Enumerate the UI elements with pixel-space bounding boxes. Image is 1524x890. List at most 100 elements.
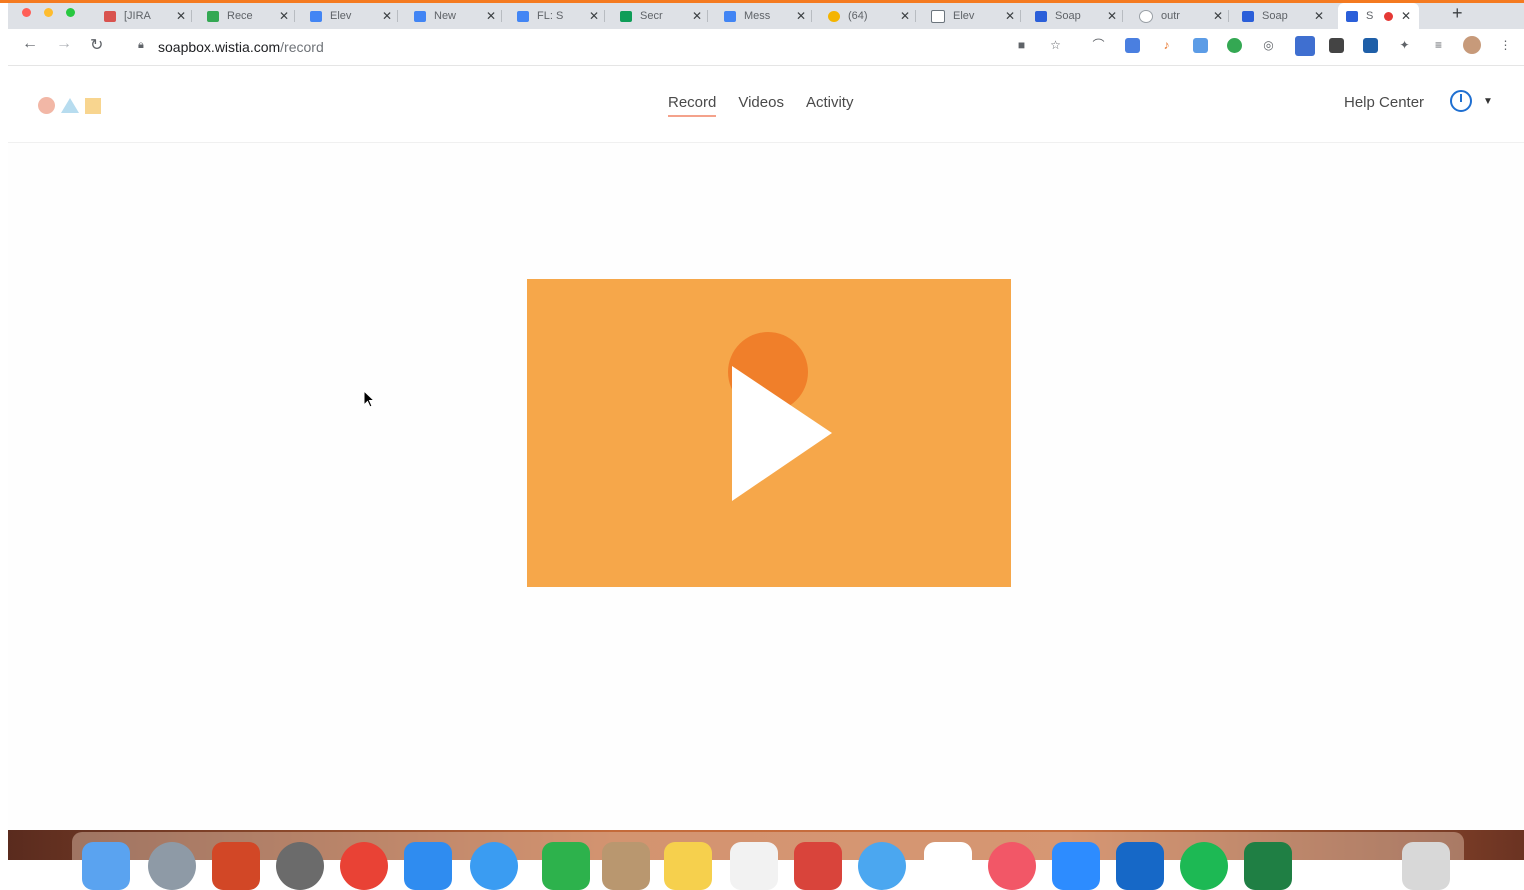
- trash-icon[interactable]: [1402, 842, 1450, 890]
- preview-icon[interactable]: [602, 842, 650, 890]
- tab-favicon-icon: [828, 10, 840, 22]
- soapbox-logo[interactable]: [38, 97, 101, 114]
- tab-close-icon[interactable]: ✕: [1401, 9, 1411, 23]
- browser-tab[interactable]: outr ✕: [1139, 3, 1230, 29]
- tab-close-icon[interactable]: ✕: [1005, 9, 1015, 23]
- nav-activity[interactable]: Activity: [806, 94, 854, 117]
- tab-close-icon[interactable]: ✕: [1314, 9, 1324, 23]
- video-player[interactable]: [527, 279, 1011, 587]
- tab-close-icon[interactable]: ✕: [796, 9, 806, 23]
- tab-title: Soap: [1055, 10, 1081, 22]
- extension-icon[interactable]: [1363, 38, 1378, 53]
- tab-title: [JIRA: [124, 10, 151, 22]
- maximize-window-dot[interactable]: [66, 8, 75, 17]
- more-menu-icon[interactable]: ⋮: [1498, 38, 1513, 53]
- system-preferences-icon[interactable]: [276, 842, 324, 890]
- minimize-window-dot[interactable]: [44, 8, 53, 17]
- close-window-dot[interactable]: [22, 8, 31, 17]
- numbers-icon[interactable]: [542, 842, 590, 890]
- tab-close-icon[interactable]: ✕: [486, 9, 496, 23]
- tab-favicon-icon: [310, 10, 322, 22]
- browser-tab[interactable]: Elev ✕: [931, 3, 1022, 29]
- outlook-icon[interactable]: [1116, 842, 1164, 890]
- extension-icon[interactable]: [1295, 36, 1315, 56]
- help-center-link[interactable]: Help Center: [1344, 94, 1424, 111]
- tab-favicon-icon: [1346, 10, 1358, 22]
- tab-title: New: [434, 10, 457, 22]
- macos-dock: [72, 832, 1464, 890]
- tab-title: FL: S: [537, 10, 564, 22]
- screencast-icon[interactable]: [794, 842, 842, 890]
- recording-dot-icon: [1384, 11, 1393, 21]
- nav-videos[interactable]: Videos: [738, 94, 784, 117]
- extension-icon[interactable]: ⌒: [1091, 38, 1106, 53]
- tab-favicon-icon: [414, 10, 426, 22]
- bookmark-star-icon[interactable]: ☆: [1048, 38, 1063, 53]
- launchpad-icon[interactable]: [148, 842, 196, 890]
- nav-record[interactable]: Record: [668, 94, 717, 117]
- extension-icon[interactable]: ♪: [1159, 38, 1174, 53]
- camera-icon[interactable]: ■: [1014, 38, 1029, 53]
- extension-icon[interactable]: [1125, 38, 1140, 53]
- browser-tab[interactable]: Rece ✕: [207, 3, 296, 29]
- finder-icon[interactable]: [82, 842, 130, 890]
- browser-tab[interactable]: (64) ✕: [828, 3, 917, 29]
- messages-icon[interactable]: [858, 842, 906, 890]
- browser-tab[interactable]: Soap ✕: [1035, 3, 1124, 29]
- app-store-icon[interactable]: [404, 842, 452, 890]
- logo-square-shape: [85, 97, 101, 114]
- music-icon[interactable]: [988, 842, 1036, 890]
- back-icon[interactable]: ←: [22, 35, 38, 53]
- browser-tab[interactable]: Elev ✕: [310, 3, 399, 29]
- reminders-icon[interactable]: [730, 842, 778, 890]
- extension-icon[interactable]: [1193, 38, 1208, 53]
- site-header: Record Videos Activity Help Center ▼: [8, 66, 1524, 143]
- url-path: /record: [280, 39, 324, 55]
- safari-icon[interactable]: [470, 842, 518, 890]
- tab-favicon-icon: [104, 10, 116, 22]
- browser-tab[interactable]: Secr ✕: [620, 3, 709, 29]
- tab-close-icon[interactable]: ✕: [900, 9, 910, 23]
- forward-icon[interactable]: →: [56, 35, 72, 53]
- playlist-icon[interactable]: ≡: [1431, 38, 1446, 53]
- slack-icon[interactable]: [924, 842, 972, 890]
- browser-tab[interactable]: [JIRA ✕: [104, 3, 193, 29]
- logo-circle-shape: [38, 97, 55, 114]
- power-icon[interactable]: [1450, 90, 1472, 112]
- chrome-icon[interactable]: [340, 842, 388, 890]
- tab-close-icon[interactable]: ✕: [1213, 9, 1223, 23]
- tab-close-icon[interactable]: ✕: [382, 9, 392, 23]
- tab-close-icon[interactable]: ✕: [1107, 9, 1117, 23]
- spotify-icon[interactable]: [1180, 842, 1228, 890]
- video-thumbnail: [728, 332, 832, 501]
- tab-close-icon[interactable]: ✕: [176, 9, 186, 23]
- browser-tab[interactable]: Mess ✕: [724, 3, 813, 29]
- powerpoint-icon[interactable]: [212, 842, 260, 890]
- extension-icon[interactable]: ◎: [1261, 38, 1276, 53]
- reload-icon[interactable]: ↻: [90, 35, 103, 55]
- notes-icon[interactable]: [664, 842, 712, 890]
- excel-icon[interactable]: [1244, 842, 1292, 890]
- lock-icon: 🔒︎: [138, 39, 144, 51]
- tab-close-icon[interactable]: ✕: [279, 9, 289, 23]
- puzzle-icon[interactable]: ✦: [1397, 38, 1412, 53]
- browser-tab[interactable]: FL: S ✕: [517, 3, 606, 29]
- new-tab-button[interactable]: +: [1452, 3, 1463, 25]
- tab-favicon-icon: [1035, 10, 1047, 22]
- browser-tab[interactable]: Soap ✕: [1242, 3, 1324, 29]
- extension-icon[interactable]: [1329, 38, 1344, 53]
- address-bar[interactable]: 🔒︎ soapbox.wistia.com/record: [126, 33, 1021, 60]
- browser-tab-active[interactable]: S ✕: [1338, 3, 1420, 29]
- chevron-down-icon[interactable]: ▼: [1483, 96, 1493, 107]
- tab-close-icon[interactable]: ✕: [589, 9, 599, 23]
- tab-favicon-icon: [931, 9, 945, 23]
- zoom-icon[interactable]: [1052, 842, 1100, 890]
- extension-icon[interactable]: [1227, 38, 1242, 53]
- browser-tab[interactable]: New ✕: [414, 3, 503, 29]
- url-text: soapbox.wistia.com/record: [158, 39, 324, 55]
- tab-title: (64): [848, 10, 868, 22]
- avatar[interactable]: [1463, 36, 1481, 54]
- tab-close-icon[interactable]: ✕: [692, 9, 702, 23]
- main-nav: Record Videos Activity: [668, 94, 853, 117]
- tab-title: Rece: [227, 10, 253, 22]
